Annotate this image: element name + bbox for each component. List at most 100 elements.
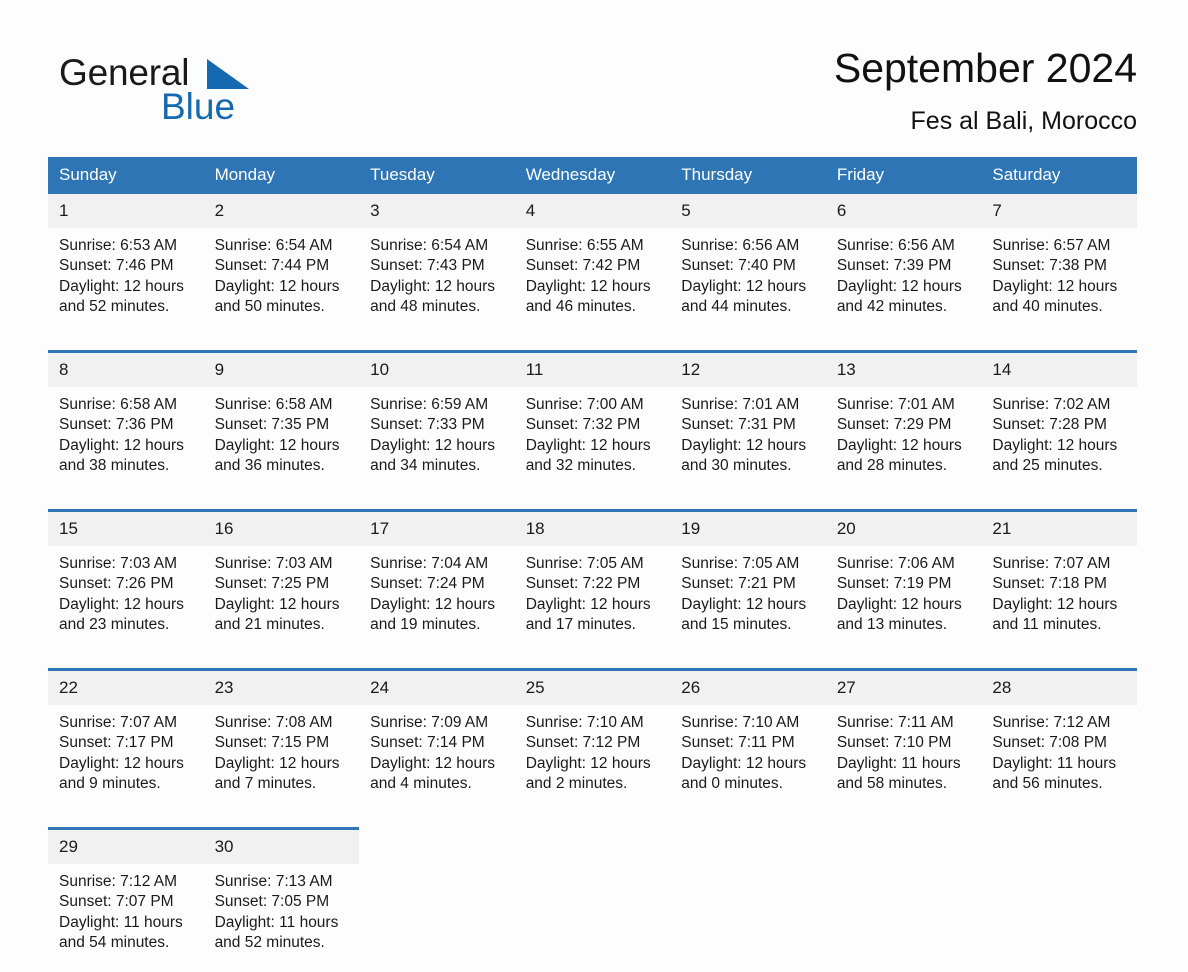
daylight-duration-line1: Daylight: 12 hours: [992, 595, 1118, 613]
sunset-time: Sunset: 7:36 PM: [59, 416, 174, 434]
sunset-time: Sunset: 7:19 PM: [836, 575, 952, 593]
empty-day-number-cell: [981, 828, 1137, 865]
calendar-body: 1 2 3 4 5 6 7 Sunrise: 6:53 AM Sunset: 7:46 PM Da…: [48, 194, 1137, 972]
day-detail-cell: Sunrise: 7:03 AM Sunset: 7:25 PM Daylight:…: [203, 546, 360, 655]
daylight-duration-line1: Daylight: 12 hours: [992, 436, 1118, 454]
daylight-duration-line2: and 25 minutes.: [992, 456, 1103, 474]
daylight-duration-line1: Daylight: 12 hours: [214, 436, 340, 454]
daylight-duration-line1: Daylight: 12 hours: [59, 436, 184, 454]
day-number[interactable]: 13: [825, 350, 982, 388]
sunrise-time: Sunrise: 7:07 AM: [992, 555, 1111, 573]
sunrise-time: Sunrise: 6:53 AM: [59, 237, 178, 255]
sunset-time: Sunset: 7:26 PM: [59, 575, 174, 593]
day-number[interactable]: 29: [48, 827, 204, 865]
sunset-time: Sunset: 7:28 PM: [992, 416, 1107, 434]
day-number[interactable]: 8: [48, 350, 204, 388]
daylight-duration-line1: Daylight: 12 hours: [992, 277, 1118, 295]
daylight-duration-line2: and 38 minutes.: [59, 456, 170, 474]
day-detail-row: Sunrise: 7:12 AM Sunset: 7:07 PM Daylight:…: [48, 864, 1137, 972]
brand-logo[interactable]: General Blue: [59, 44, 359, 125]
day-number[interactable]: 25: [514, 668, 671, 706]
daylight-duration-line2: and 46 minutes.: [525, 297, 636, 315]
daylight-duration-line2: and 32 minutes.: [525, 456, 636, 474]
day-number[interactable]: 3: [359, 194, 515, 229]
sunset-time: Sunset: 7:33 PM: [370, 416, 485, 434]
day-detail-cell: Sunrise: 7:06 AM Sunset: 7:19 PM Daylight:…: [825, 546, 982, 655]
day-number[interactable]: 22: [48, 668, 204, 706]
sunrise-time: Sunrise: 7:06 AM: [836, 555, 955, 573]
week-separator-cell: [48, 495, 1137, 511]
brand-triangle-icon: [207, 59, 249, 89]
sunset-time: Sunset: 7:08 PM: [992, 734, 1107, 752]
day-detail-cell: Sunrise: 7:02 AM Sunset: 7:28 PM Daylight:…: [981, 387, 1137, 496]
sunrise-time: Sunrise: 6:54 AM: [214, 237, 333, 255]
day-number[interactable]: 24: [359, 668, 515, 706]
day-number[interactable]: 16: [203, 509, 360, 547]
day-number[interactable]: 4: [514, 194, 671, 229]
sunset-time: Sunset: 7:46 PM: [59, 257, 174, 275]
day-detail-cell: Sunrise: 7:12 AM Sunset: 7:08 PM Daylight:…: [981, 705, 1137, 814]
daylight-duration-line2: and 17 minutes.: [525, 615, 636, 633]
daylight-duration-line2: and 0 minutes.: [681, 774, 783, 792]
daylight-duration-line1: Daylight: 11 hours: [992, 754, 1117, 772]
sunset-time: Sunset: 7:39 PM: [836, 257, 952, 275]
day-detail-cell: Sunrise: 7:07 AM Sunset: 7:17 PM Daylight:…: [48, 705, 204, 814]
daylight-duration-line2: and 54 minutes.: [59, 933, 170, 951]
location-subtitle: Fes al Bali, Morocco: [910, 107, 1137, 136]
day-number[interactable]: 14: [981, 350, 1137, 388]
day-number[interactable]: 11: [514, 350, 671, 388]
sunset-time: Sunset: 7:18 PM: [992, 575, 1107, 593]
sunset-time: Sunset: 7:24 PM: [370, 575, 485, 593]
day-detail-cell: Sunrise: 7:12 AM Sunset: 7:07 PM Daylight:…: [48, 864, 204, 972]
day-number[interactable]: 26: [670, 668, 826, 706]
daylight-duration-line2: and 4 minutes.: [370, 774, 472, 792]
day-number[interactable]: 7: [981, 194, 1137, 229]
daylight-duration-line2: and 21 minutes.: [214, 615, 325, 633]
empty-day-detail-cell: [359, 864, 515, 972]
day-number[interactable]: 23: [203, 668, 360, 706]
daylight-duration-line1: Daylight: 12 hours: [681, 277, 807, 295]
day-number[interactable]: 2: [203, 194, 360, 229]
daylight-duration-line2: and 36 minutes.: [214, 456, 325, 474]
day-number[interactable]: 18: [514, 509, 671, 547]
sunrise-time: Sunrise: 6:55 AM: [525, 237, 644, 255]
day-number-row: 15 16 17 18 19 20 21: [48, 509, 1137, 547]
day-number[interactable]: 6: [825, 194, 982, 229]
day-number[interactable]: 19: [670, 509, 826, 547]
sunrise-time: Sunrise: 7:00 AM: [525, 396, 644, 414]
day-number[interactable]: 1: [48, 194, 204, 229]
weekday-header-sunday: Sunday: [48, 157, 204, 195]
day-number-row: 22 23 24 25 26 27 28: [48, 668, 1137, 706]
weekday-header-thursday: Thursday: [670, 157, 826, 195]
sunset-time: Sunset: 7:05 PM: [214, 893, 330, 911]
day-number[interactable]: 20: [825, 509, 982, 547]
day-number[interactable]: 12: [670, 350, 826, 388]
weekday-header-friday: Friday: [825, 157, 982, 195]
sunrise-time: Sunrise: 7:10 AM: [525, 714, 644, 732]
weekday-header-monday: Monday: [203, 157, 360, 195]
daylight-duration-line2: and 15 minutes.: [681, 615, 792, 633]
sunset-time: Sunset: 7:44 PM: [214, 257, 330, 275]
daylight-duration-line1: Daylight: 12 hours: [214, 277, 340, 295]
week-separator-cell: [48, 813, 1137, 829]
day-number[interactable]: 17: [359, 509, 515, 547]
sunrise-time: Sunrise: 7:03 AM: [214, 555, 333, 573]
sunset-time: Sunset: 7:10 PM: [836, 734, 952, 752]
day-number[interactable]: 15: [48, 509, 204, 547]
day-number[interactable]: 21: [981, 509, 1137, 547]
daylight-duration-line2: and 48 minutes.: [370, 297, 481, 315]
day-number-row: 1234567: [48, 194, 1137, 229]
day-detail-cell: Sunrise: 6:54 AM Sunset: 7:43 PM Daylight:…: [359, 228, 515, 337]
day-number[interactable]: 28: [981, 668, 1137, 706]
daylight-duration-line1: Daylight: 12 hours: [59, 754, 184, 772]
day-number[interactable]: 10: [359, 350, 515, 388]
day-number[interactable]: 27: [825, 668, 982, 706]
day-number[interactable]: 30: [203, 827, 360, 865]
day-number[interactable]: 9: [203, 350, 360, 388]
daylight-duration-line1: Daylight: 12 hours: [59, 595, 184, 613]
sunrise-time: Sunrise: 6:59 AM: [370, 396, 489, 414]
daylight-duration-line2: and 40 minutes.: [992, 297, 1103, 315]
day-number[interactable]: 5: [670, 194, 826, 229]
title-block: September 2024 Fes al Bali, Morocco: [834, 44, 1137, 136]
day-detail-cell: Sunrise: 7:13 AM Sunset: 7:05 PM Daylight:…: [203, 864, 360, 972]
